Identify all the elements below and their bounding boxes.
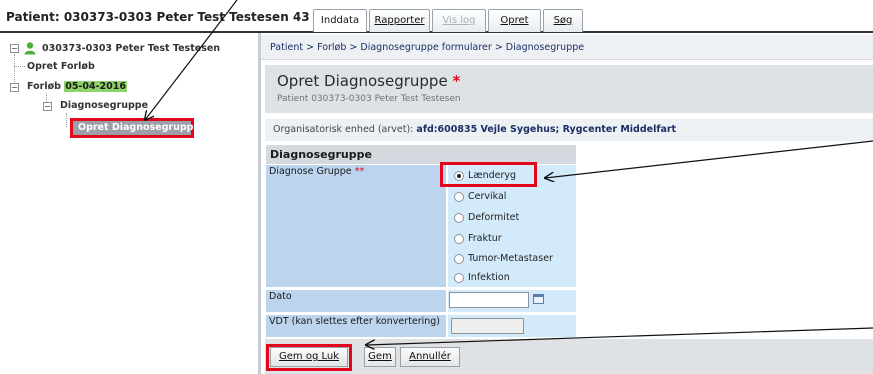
annuller-button[interactable]: Annullér: [400, 347, 460, 367]
required-marker: *: [452, 72, 461, 90]
top-bar: Patient: 030373-0303 Peter Test Testesen…: [0, 0, 873, 34]
patient-title: Patient: 030373-0303 Peter Test Testesen…: [6, 10, 328, 24]
person-icon: [24, 42, 36, 55]
tree-line: [66, 113, 67, 127]
tree-line: [14, 66, 25, 67]
tab-inddata[interactable]: Inddata: [313, 9, 367, 32]
radio-label: Tumor-Metastaser: [468, 253, 553, 264]
selected-item-label: Opret Diagnosegruppe: [73, 121, 200, 135]
page-title: Opret Diagnosegruppe *: [277, 72, 460, 90]
forlob-date: 05-04-2016: [64, 81, 127, 92]
radio-label: Cervikal: [468, 191, 507, 202]
org-unit-row: Organisatorisk enhed (arvet): afd:600835…: [265, 119, 873, 141]
radio-infektion[interactable]: Infektion: [451, 270, 510, 286]
required-marker: **: [354, 166, 365, 177]
tree-item-opret-diagnosegruppe[interactable]: Opret Diagnosegruppe: [70, 118, 200, 138]
radio-label: Fraktur: [468, 233, 502, 244]
tree-root-patient[interactable]: 030373-0303 Peter Test Testesen: [42, 43, 220, 54]
vdt-label: VDT (kan slettes efter konvertering): [266, 315, 446, 337]
tab-label: Inddata: [320, 15, 360, 26]
org-unit-value: afd:600835 Vejle Sygehus; Rygcenter Midd…: [416, 124, 677, 135]
app-root: Patient: 030373-0303 Peter Test Testesen…: [0, 0, 873, 374]
button-label: Annullér: [409, 351, 451, 362]
dato-label: Dato: [266, 290, 446, 312]
tab-label[interactable]: Søg: [554, 15, 573, 26]
form-footer: [265, 339, 873, 374]
dato-input[interactable]: [449, 292, 529, 308]
forlob-label: Forløb: [27, 81, 61, 92]
page-title-text: Opret Diagnosegruppe: [277, 72, 448, 90]
gem-og-luk-button[interactable]: Gem og Luk: [270, 347, 348, 367]
radio-button[interactable]: [454, 234, 464, 244]
gem-button[interactable]: Gem: [364, 347, 396, 367]
tab-label: Rapporter: [374, 15, 425, 26]
annotation-highlight-box: [440, 162, 537, 187]
breadcrumb[interactable]: Patient > Forløb > Diagnosegruppe formul…: [261, 35, 873, 60]
diagnose-group-label: Diagnose Gruppe **: [266, 165, 446, 287]
tree-expander-icon[interactable]: −: [10, 83, 19, 92]
calendar-icon[interactable]: [533, 294, 544, 304]
form-header: Opret Diagnosegruppe * Patient 030373-03…: [265, 65, 873, 113]
vdt-input[interactable]: [451, 318, 524, 334]
tab-label[interactable]: Opret: [500, 15, 528, 26]
button-label: Gem og Luk: [279, 351, 339, 362]
tab-opret[interactable]: Opret: [488, 9, 541, 32]
tab-rapporter[interactable]: Rapporter: [369, 9, 430, 32]
radio-cervikal[interactable]: Cervikal: [451, 189, 506, 205]
tree-item-diagnosegruppe[interactable]: Diagnosegruppe: [60, 100, 148, 111]
tree-expander-icon[interactable]: −: [43, 102, 52, 111]
org-unit-prefix: Organisatorisk enhed (arvet):: [273, 124, 414, 135]
radio-button[interactable]: [454, 254, 464, 264]
radio-fraktur[interactable]: Fraktur: [451, 231, 502, 247]
tree-item-opret-forlob[interactable]: Opret Forløb: [27, 61, 95, 72]
page-subtitle: Patient 030373-0303 Peter Test Testesen: [277, 94, 461, 104]
radio-deformitet[interactable]: Deformitet: [451, 210, 519, 226]
diagnose-group-label-text: Diagnose Gruppe: [269, 166, 352, 177]
tab-vis-log: Vis log: [432, 9, 486, 32]
radio-label: Infektion: [468, 272, 510, 283]
button-label: Gem: [368, 351, 392, 362]
tree-item-forlob[interactable]: Forløb 05-04-2016: [27, 81, 127, 92]
tab-label: Vis log: [442, 15, 476, 26]
main-panel: Patient > Forløb > Diagnosegruppe formul…: [261, 35, 873, 374]
tree-expander-icon[interactable]: −: [10, 44, 19, 53]
radio-button[interactable]: [454, 213, 464, 223]
radio-button[interactable]: [454, 273, 464, 283]
tab-sog[interactable]: Søg: [543, 9, 583, 32]
radio-tumor-metastaser[interactable]: Tumor-Metastaser: [451, 251, 553, 267]
radio-label: Deformitet: [468, 212, 520, 223]
radio-button[interactable]: [454, 192, 464, 202]
